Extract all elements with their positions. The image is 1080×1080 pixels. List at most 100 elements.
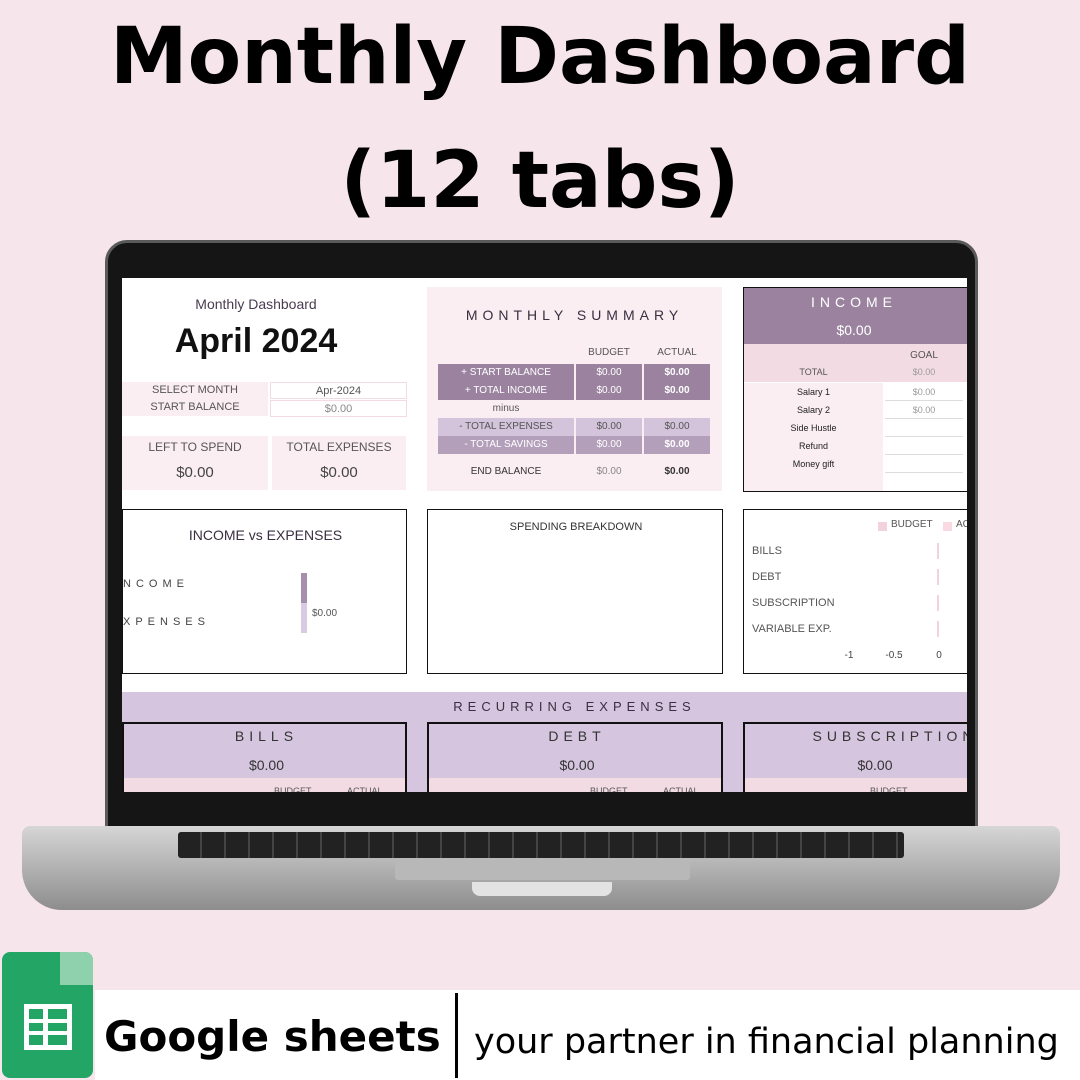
summary-row-budget: $0.00 xyxy=(576,436,642,454)
income-row-input[interactable]: $0.00 xyxy=(885,383,963,401)
select-month-label: SELECT MONTH xyxy=(152,384,238,396)
card-col-actual: ACTUAL xyxy=(347,786,383,792)
summary-title: MONTHLY SUMMARY xyxy=(465,307,684,323)
laptop-trackpad xyxy=(395,860,690,880)
summary-row-budget: $0.00 xyxy=(576,418,642,436)
income-row-label: Salary 2 xyxy=(744,401,883,419)
left-to-spend-value: $0.00 xyxy=(176,464,214,481)
x-tick-label: -0.5 xyxy=(885,650,903,661)
dashboard-subtitle: Monthly Dashboard xyxy=(195,296,317,312)
card-value: $0.00 xyxy=(559,757,595,773)
expenses-axis-label: XPENSES xyxy=(123,616,210,628)
laptop-keyboard xyxy=(178,832,904,858)
bar-value-label: $0.00 xyxy=(312,608,338,619)
recurring-card: BILLS $0.00 BUDGET ACTUAL xyxy=(122,722,407,792)
income-row-input[interactable]: $0.00 xyxy=(885,401,963,419)
bar-budget xyxy=(937,621,939,637)
income-row-label: Salary 1 xyxy=(744,383,883,401)
summary-col-actual: ACTUAL xyxy=(657,347,697,358)
summary-row-actual: $0.00 xyxy=(644,436,710,454)
legend-swatch-budget xyxy=(878,522,887,531)
category-label: DEBT xyxy=(752,571,782,583)
select-month-labels: SELECT MONTH START BALANCE xyxy=(122,382,268,416)
income-title: INCOME xyxy=(811,294,897,310)
income-goal-label: GOAL xyxy=(910,350,938,361)
income-row-input[interactable] xyxy=(885,419,963,437)
income-panel: INCOME $0.00 GOAL TOTAL $0.00 Salary 1 $… xyxy=(743,287,967,492)
total-expenses-card: TOTAL EXPENSES $0.00 xyxy=(272,436,406,490)
income-vs-expenses-chart: INCOME vs EXPENSES NCOME XPENSES $0.00 xyxy=(122,509,407,674)
bar-budget xyxy=(937,595,939,611)
summary-row-actual: $0.00 xyxy=(644,364,710,382)
income-value: $0.00 xyxy=(836,322,872,338)
card-title: BILLS xyxy=(234,728,299,744)
expenses-bar xyxy=(301,603,307,633)
income-row-label: Money gift xyxy=(744,455,883,473)
monthly-summary-panel: MONTHLY SUMMARY BUDGET ACTUAL + START BA… xyxy=(427,287,722,491)
income-row-empty xyxy=(744,473,883,491)
recurring-expenses-band: RECURRING EXPENSES BILLS $0.00 BUDGET AC… xyxy=(122,692,967,792)
bar-budget xyxy=(937,543,939,559)
spending-breakdown-chart: SPENDING BREAKDOWN xyxy=(427,509,723,674)
summary-minus: minus xyxy=(492,403,520,414)
end-balance-actual: $0.00 xyxy=(664,466,690,477)
chart-title: INCOME vs EXPENSES xyxy=(188,527,343,543)
summary-row-actual: $0.00 xyxy=(644,382,710,400)
recurring-card: SUBSCRIPTION $0.00 BUDGET xyxy=(743,722,967,792)
legend-actual: AC xyxy=(956,519,967,530)
card-col-actual: ACTUAL xyxy=(663,786,699,792)
card-col-budget: BUDGET xyxy=(870,786,908,792)
summary-row-label: + START BALANCE xyxy=(438,364,574,382)
left-to-spend-label: LEFT TO SPEND xyxy=(148,440,242,454)
x-tick-label: 0 xyxy=(936,650,942,661)
legend-budget: BUDGET xyxy=(891,519,933,530)
end-balance-budget: $0.00 xyxy=(596,466,622,477)
income-total-label: TOTAL xyxy=(799,367,828,377)
category-label: SUBSCRIPTION xyxy=(752,597,835,609)
end-balance-label: END BALANCE xyxy=(470,466,542,477)
category-label: BILLS xyxy=(752,545,782,557)
google-sheets-icon xyxy=(2,952,93,1078)
income-total-value: $0.00 xyxy=(912,367,936,377)
summary-row-actual: $0.00 xyxy=(644,418,710,436)
recurring-title: RECURRING EXPENSES xyxy=(453,699,696,714)
income-row-input[interactable] xyxy=(885,455,963,473)
chart-title: SPENDING BREAKDOWN xyxy=(509,521,643,533)
headline-line1: Monthly Dashboard xyxy=(110,12,970,102)
card-value: $0.00 xyxy=(248,757,285,773)
legend-swatch-actual xyxy=(943,522,952,531)
income-axis-label: NCOME xyxy=(123,578,189,590)
card-title: SUBSCRIPTION xyxy=(812,728,967,744)
footer-brand: Google sheets xyxy=(104,1012,441,1061)
month-title: April 2024 xyxy=(174,322,338,360)
summary-row-label: + TOTAL INCOME xyxy=(438,382,574,400)
summary-row-label: - TOTAL EXPENSES xyxy=(438,418,574,436)
card-title: DEBT xyxy=(548,728,606,744)
summary-row-label: - TOTAL SAVINGS xyxy=(438,436,574,454)
footer-tagline: your partner in financial planning xyxy=(474,1022,1059,1062)
total-expenses-label: TOTAL EXPENSES xyxy=(286,440,392,454)
income-bar xyxy=(301,573,307,603)
total-expenses-value: $0.00 xyxy=(320,464,358,481)
recurring-card: DEBT $0.00 BUDGET ACTUAL xyxy=(427,722,723,792)
income-row-input[interactable] xyxy=(885,437,963,455)
card-col-budget: BUDGET xyxy=(590,786,628,792)
headline-line2: (12 tabs) xyxy=(340,136,740,226)
category-label: VARIABLE EXP. xyxy=(752,623,832,635)
summary-row-budget: $0.00 xyxy=(576,364,642,382)
income-row-label: Side Hustle xyxy=(744,419,883,437)
card-col-budget: BUDGET xyxy=(274,786,312,792)
start-balance-input[interactable]: $0.00 xyxy=(270,400,407,417)
income-row-label: Refund xyxy=(744,437,883,455)
x-tick-label: -1 xyxy=(844,650,854,661)
select-month-dropdown[interactable]: Apr-2024 xyxy=(270,382,407,399)
laptop-notch xyxy=(472,882,612,896)
budget-vs-actual-chart: BUDGET AC BILLS DEBT SUBSCRIPTION VARIABLE … xyxy=(743,509,967,674)
footer-divider xyxy=(455,993,458,1078)
summary-row-budget: $0.00 xyxy=(576,382,642,400)
left-to-spend-card: LEFT TO SPEND $0.00 xyxy=(122,436,268,490)
summary-col-budget: BUDGET xyxy=(588,347,630,358)
spreadsheet-screen: Monthly Dashboard April 2024 SELECT MONT… xyxy=(122,278,967,792)
bar-budget xyxy=(937,569,939,585)
card-value: $0.00 xyxy=(857,757,893,773)
